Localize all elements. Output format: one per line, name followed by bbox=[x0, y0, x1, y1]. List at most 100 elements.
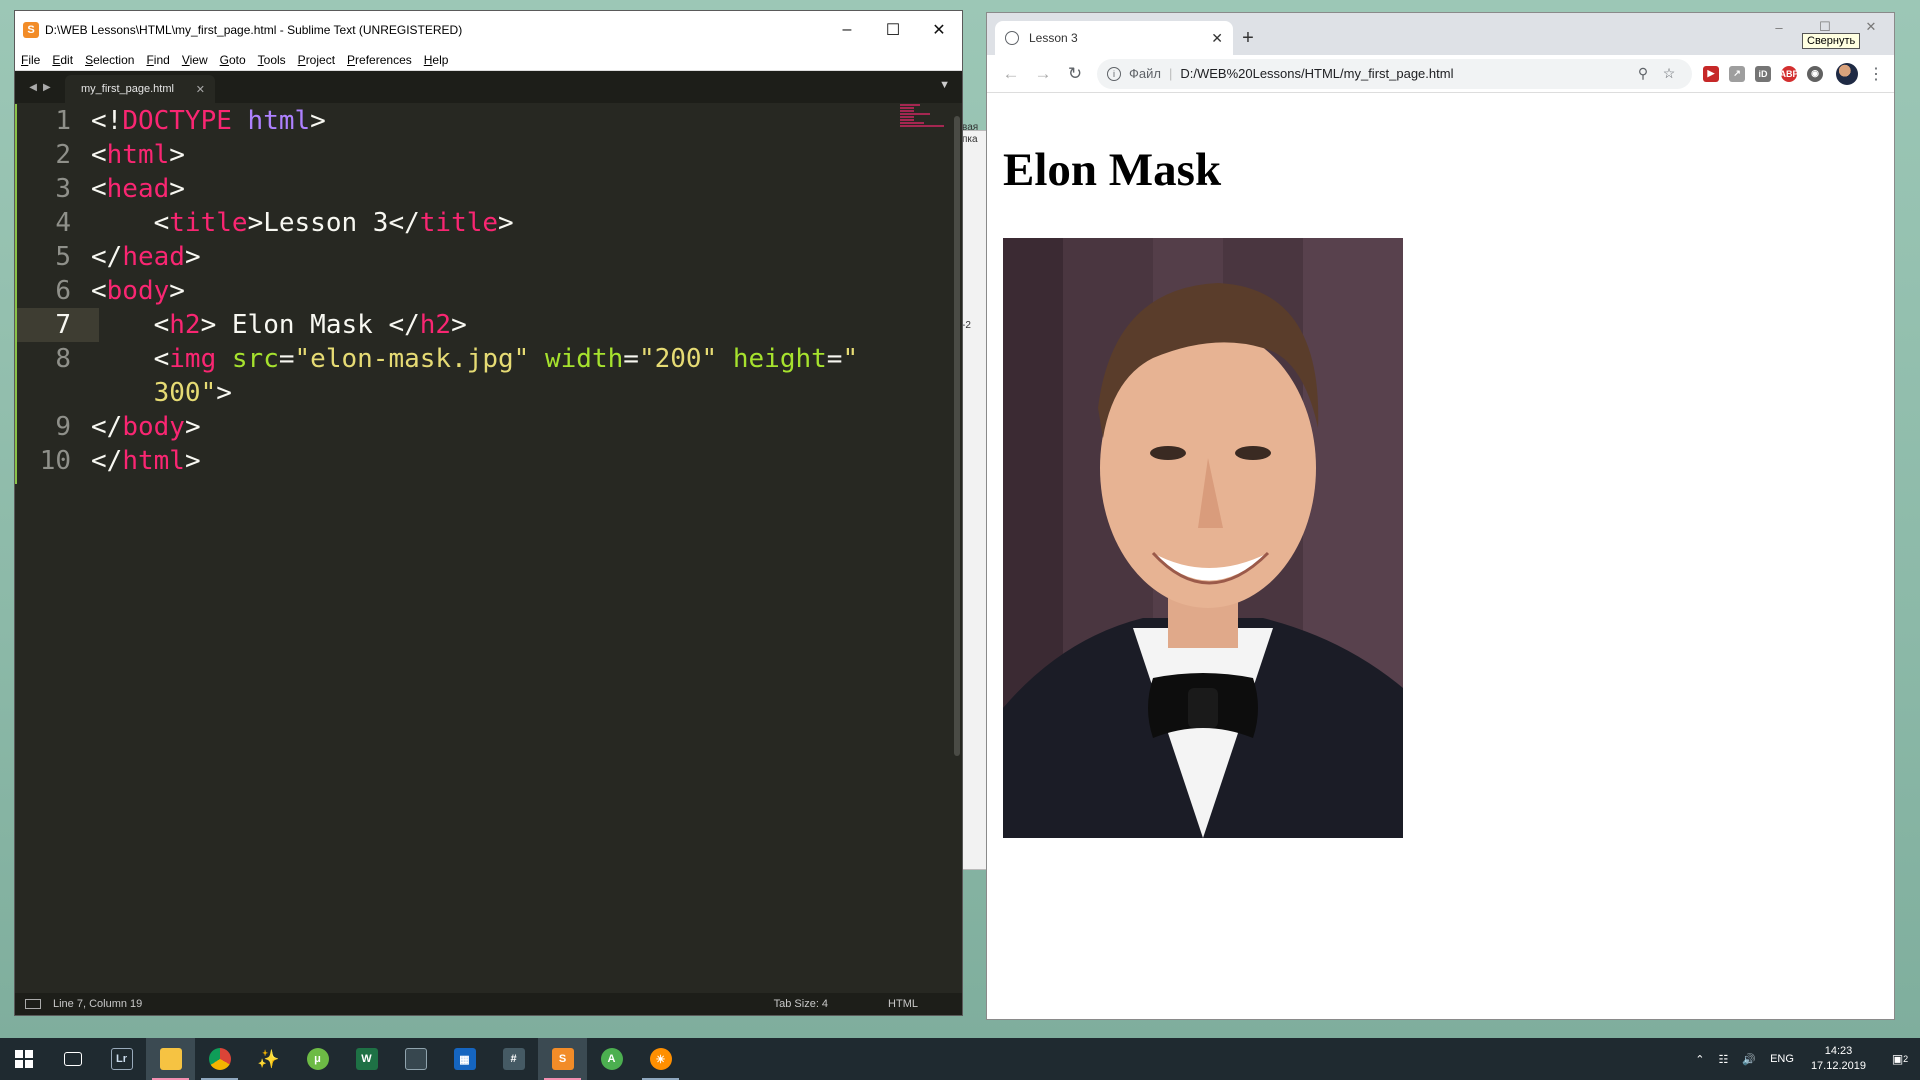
code-token: title bbox=[419, 208, 499, 238]
menu-tools[interactable]: Tools bbox=[258, 53, 286, 67]
reload-icon[interactable]: ↻ bbox=[1059, 64, 1091, 84]
minimize-button[interactable]: – bbox=[824, 11, 870, 49]
editor-scrollbar[interactable] bbox=[954, 116, 960, 756]
notification-count: 2 bbox=[1903, 1054, 1909, 1064]
taskbar-chrome[interactable] bbox=[195, 1038, 244, 1080]
bookmark-star-icon[interactable]: ☆ bbox=[1656, 65, 1682, 82]
minimap[interactable] bbox=[900, 104, 948, 127]
start-button[interactable] bbox=[0, 1038, 48, 1080]
code-token: body bbox=[122, 412, 185, 442]
taskbar-utorrent[interactable]: μ bbox=[293, 1038, 342, 1080]
code-token: html bbox=[247, 106, 311, 136]
browser-tab-title: Lesson 3 bbox=[1029, 31, 1078, 45]
notification-icon: ▣ bbox=[1891, 1052, 1904, 1066]
syntax-indicator[interactable]: HTML bbox=[888, 998, 918, 1010]
maximize-button[interactable]: ☐ bbox=[870, 11, 916, 49]
url-text[interactable]: D:/WEB%20Lessons/HTML/my_first_page.html bbox=[1180, 66, 1630, 81]
portrait-illustration bbox=[1003, 238, 1403, 838]
minimize-button[interactable]: – bbox=[1756, 13, 1802, 41]
tab-navigation[interactable]: ◀ ▶ bbox=[15, 71, 65, 103]
forward-arrow-icon[interactable]: → bbox=[1027, 64, 1059, 84]
panel-toggle-icon[interactable] bbox=[25, 999, 41, 1009]
taskbar: Lr ✨ μ W ▦ # S A ☀ ⌃ ☷ 🔊 ENG 14:23 17.12… bbox=[0, 1038, 1920, 1080]
code-line: </body> bbox=[91, 412, 201, 442]
taskbar-grill-app[interactable]: ☀ bbox=[636, 1038, 685, 1080]
tab-close-icon[interactable]: ✕ bbox=[196, 83, 205, 96]
folder-icon bbox=[159, 1048, 182, 1070]
taskbar-audition[interactable]: ✨ bbox=[244, 1038, 293, 1080]
new-tab-button[interactable]: + bbox=[1233, 21, 1263, 55]
chevron-up-icon[interactable]: ⌃ bbox=[1695, 1053, 1704, 1066]
line-number: 10 bbox=[39, 446, 71, 476]
code-line: <body> bbox=[91, 276, 185, 306]
android-studio-icon: A bbox=[600, 1048, 623, 1070]
tab-dropdown-icon[interactable]: ▼ bbox=[939, 79, 950, 91]
profile-avatar[interactable] bbox=[1836, 62, 1858, 85]
menu-selection[interactable]: Selection bbox=[85, 53, 134, 67]
taskbar-sublime[interactable]: S bbox=[538, 1038, 587, 1080]
chrome-toolbar: ← → ↻ i Файл | D:/WEB%20Lessons/HTML/my_… bbox=[987, 55, 1894, 93]
line-number: 9 bbox=[55, 412, 71, 442]
address-bar[interactable]: i Файл | D:/WEB%20Lessons/HTML/my_first_… bbox=[1097, 58, 1692, 89]
taskbar-app-green[interactable]: W bbox=[342, 1038, 391, 1080]
code-editor[interactable]: 1 2 3 4 5 6 7 8 9 10 <!DOCTYPE html> <ht… bbox=[15, 104, 962, 999]
sublime-menubar: File Edit Selection Find View Goto Tools… bbox=[15, 49, 962, 71]
sublime-app-icon: S bbox=[23, 22, 39, 38]
taskbar-calculator[interactable]: # bbox=[489, 1038, 538, 1080]
line-number: 3 bbox=[55, 174, 71, 204]
volume-icon[interactable]: 🔊 bbox=[1742, 1053, 1756, 1066]
browser-tab[interactable]: Lesson 3 ✕ bbox=[995, 21, 1233, 55]
code-line: <head> bbox=[91, 174, 185, 204]
menu-edit[interactable]: Edit bbox=[52, 53, 73, 67]
taskbar-lightroom[interactable]: Lr bbox=[97, 1038, 146, 1080]
extension-gray-icon[interactable]: ↗ bbox=[1724, 65, 1750, 82]
code-line: </head> bbox=[91, 242, 201, 272]
taskbar-video-editor[interactable]: ▦ bbox=[440, 1038, 489, 1080]
tab-size-indicator[interactable]: Tab Size: 4 bbox=[774, 998, 828, 1010]
line-number: 2 bbox=[55, 140, 71, 170]
taskbar-android-studio[interactable]: A bbox=[587, 1038, 636, 1080]
page-viewport: Elon Mask bbox=[987, 93, 1894, 1019]
tab-prev-icon[interactable]: ◀ bbox=[29, 82, 37, 93]
code-token: title bbox=[169, 208, 248, 238]
clock[interactable]: 14:23 17.12.2019 bbox=[1811, 1044, 1866, 1074]
menu-goto[interactable]: Goto bbox=[220, 53, 246, 67]
language-indicator[interactable]: ENG bbox=[1770, 1053, 1794, 1065]
menu-view[interactable]: View bbox=[182, 53, 208, 67]
sublime-icon: S bbox=[551, 1048, 574, 1070]
kebab-menu-icon[interactable]: ⋮ bbox=[1866, 64, 1886, 84]
windows-logo-icon bbox=[15, 1050, 33, 1068]
utorrent-icon: μ bbox=[306, 1048, 329, 1070]
notifications-button[interactable]: ▣ 2 bbox=[1880, 1038, 1920, 1080]
zoom-icon[interactable]: ⚲ bbox=[1630, 65, 1656, 82]
extension-globe-icon[interactable]: ◉ bbox=[1802, 65, 1828, 82]
editor-tab[interactable]: my_first_page.html ✕ bbox=[65, 75, 215, 103]
code-line: </html> bbox=[91, 446, 201, 476]
extension-id-icon[interactable]: iD bbox=[1750, 65, 1776, 82]
extension-red-icon[interactable]: ▶ bbox=[1698, 65, 1724, 82]
tv-icon bbox=[404, 1048, 427, 1070]
grill-app-icon: ☀ bbox=[649, 1048, 672, 1070]
back-arrow-icon[interactable]: ← bbox=[995, 64, 1027, 84]
adblock-plus-icon[interactable]: ABP bbox=[1776, 65, 1802, 82]
close-button[interactable]: ✕ bbox=[916, 11, 962, 49]
menu-help[interactable]: Help bbox=[424, 53, 449, 67]
menu-preferences[interactable]: Preferences bbox=[347, 53, 412, 67]
code-token: width bbox=[545, 344, 624, 374]
taskbar-file-explorer[interactable] bbox=[146, 1038, 195, 1080]
tab-close-icon[interactable]: ✕ bbox=[1211, 30, 1223, 47]
chrome-window: Lesson 3 ✕ + – ☐ ✕ Свернуть ← → ↻ i Файл… bbox=[986, 12, 1895, 1020]
wifi-icon[interactable]: ☷ bbox=[1719, 1053, 1729, 1066]
menu-file[interactable]: File bbox=[21, 53, 40, 67]
task-view-icon bbox=[63, 1052, 82, 1066]
info-icon[interactable]: i bbox=[1107, 66, 1121, 81]
line-number: 8 bbox=[55, 344, 71, 374]
tab-next-icon[interactable]: ▶ bbox=[43, 82, 51, 93]
task-view-button[interactable] bbox=[48, 1038, 97, 1080]
sublime-titlebar[interactable]: S D:\WEB Lessons\HTML\my_first_page.html… bbox=[15, 11, 962, 49]
menu-find[interactable]: Find bbox=[146, 53, 169, 67]
chrome-icon bbox=[208, 1048, 231, 1070]
portrait-image bbox=[1003, 238, 1403, 838]
taskbar-tv[interactable] bbox=[391, 1038, 440, 1080]
menu-project[interactable]: Project bbox=[298, 53, 335, 67]
